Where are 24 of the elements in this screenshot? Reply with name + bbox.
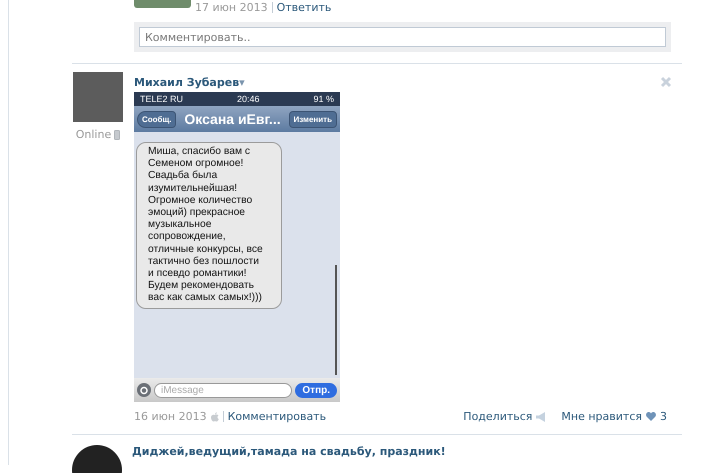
phone-icon xyxy=(114,130,120,140)
clock-text: 20:46 xyxy=(236,94,260,104)
avatar-placeholder xyxy=(73,72,123,122)
post-date: 16 июн 2013 xyxy=(134,410,207,423)
online-status: Online xyxy=(76,128,112,141)
share-link[interactable]: Поделиться xyxy=(463,410,532,423)
comment-field[interactable]: Комментировать.. xyxy=(139,27,666,47)
author-link[interactable]: Михаил Зубарев▾ xyxy=(134,76,245,88)
close-icon[interactable] xyxy=(660,76,672,88)
message-bubble: Миша, спасибо вам с Семеном огромное! Свадьба была изумительнейшая! Огромное количество эмоций) прекрасное музыкальное сопровождение, отличные конкурсы, все тактично без пошлости и псевдо романтики! Будем рекомендовать вас как самых самых!))) xyxy=(136,142,282,309)
like-link[interactable]: Мне нравится xyxy=(561,410,642,423)
comment-date: 17 июн 2013 xyxy=(195,1,268,14)
message-field: iMessage xyxy=(154,382,292,398)
reply-link[interactable]: Ответить xyxy=(276,1,332,14)
apple-icon xyxy=(210,412,219,422)
post-title-link[interactable]: Диджей,ведущий,тамада на свадьбу, праздник! xyxy=(132,445,446,473)
camera-icon xyxy=(137,383,151,397)
chat-title: Оксана иЕвг... xyxy=(184,111,281,127)
megaphone-icon xyxy=(536,412,548,422)
comment-link[interactable]: Комментировать xyxy=(228,410,326,423)
heart-icon xyxy=(646,412,656,421)
battery-text: 91 % xyxy=(313,94,334,104)
like-count: 3 xyxy=(660,410,667,423)
carrier-text: TELE2 RU xyxy=(140,94,184,104)
